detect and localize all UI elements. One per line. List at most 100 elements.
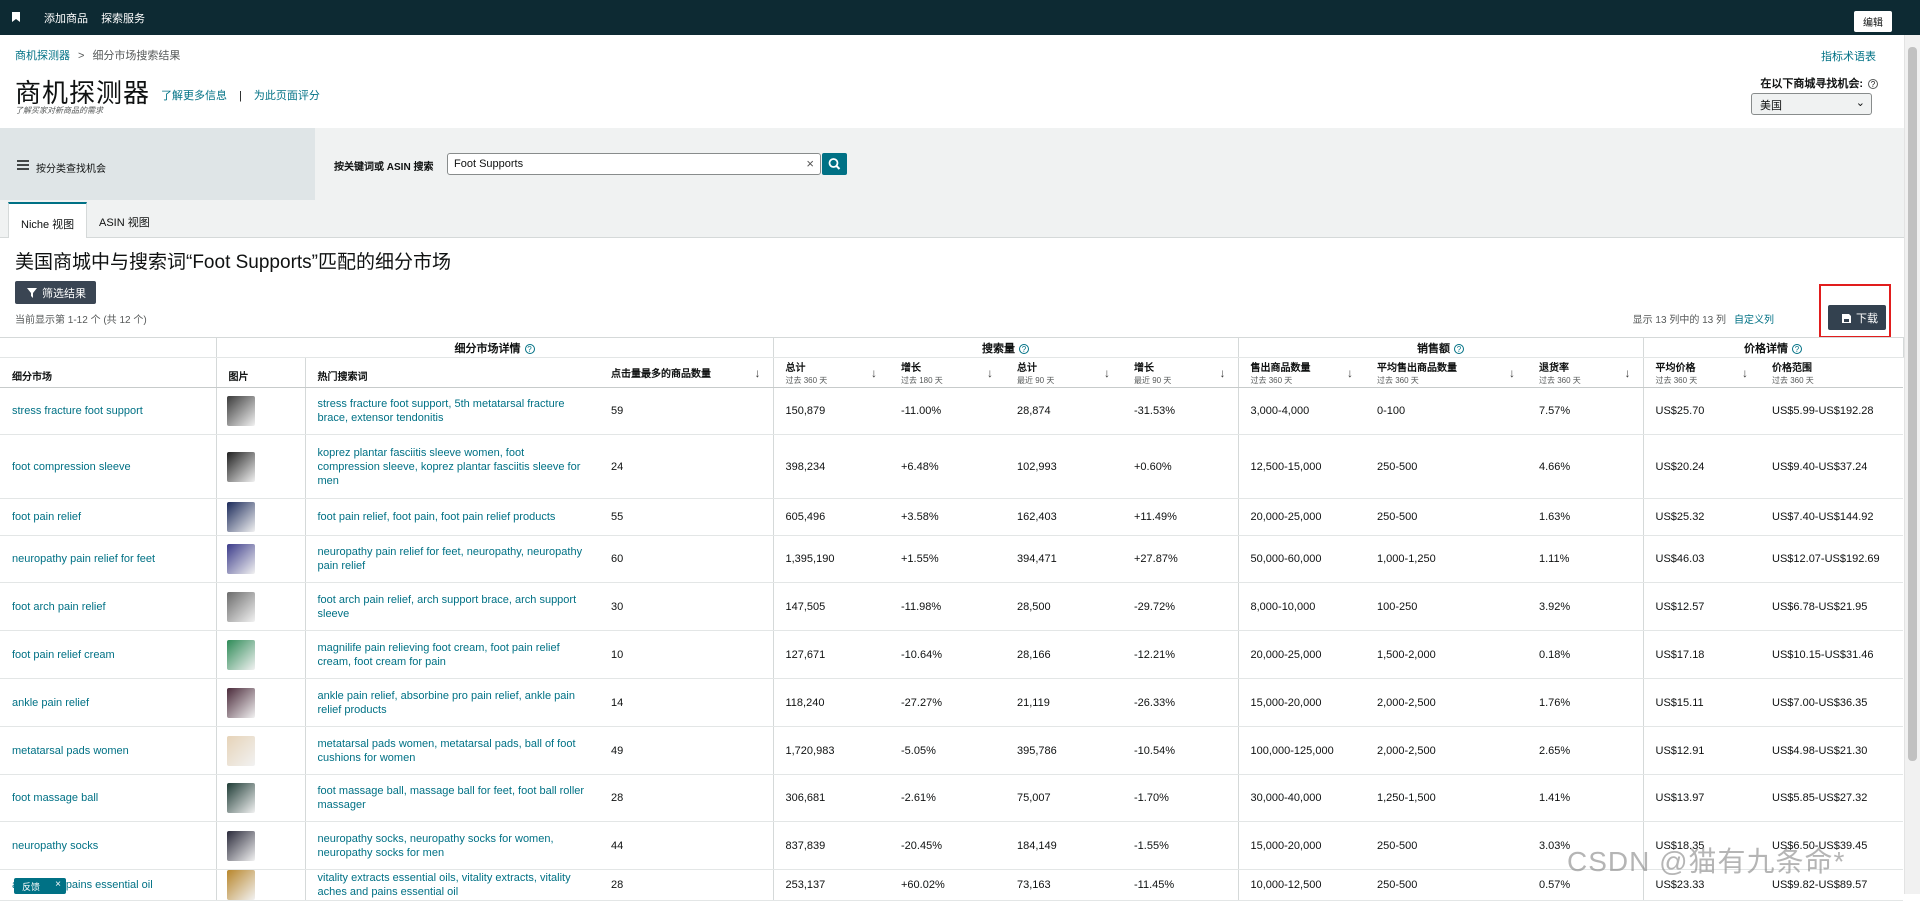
category-panel[interactable]: 按分类查找机会 <box>0 128 315 200</box>
col-sv-total-90[interactable]: 总计 最近 90 天 ↓ <box>1005 357 1122 388</box>
keyword-search-input[interactable]: Foot Supports × <box>447 153 821 175</box>
sort-arrow-icon[interactable]: ↓ <box>1509 366 1515 380</box>
image-cell <box>216 535 306 583</box>
sort-arrow-icon[interactable]: ↓ <box>1625 366 1631 380</box>
edit-button[interactable]: 编辑 <box>1854 11 1892 32</box>
help-icon[interactable]: ? <box>1792 343 1802 354</box>
keywords-cell[interactable]: foot arch pain relief, arch support brac… <box>305 582 599 631</box>
niche-cell[interactable]: foot pain relief cream <box>0 630 217 679</box>
product-thumbnail[interactable] <box>226 870 255 900</box>
col-return-rate[interactable]: 退货率 过去 360 天 ↓ <box>1527 357 1644 388</box>
sort-arrow-icon[interactable]: ↓ <box>755 366 761 380</box>
tab-niche-view[interactable]: Niche 视图 <box>8 202 88 238</box>
keywords-cell[interactable]: magnilife pain relieving foot cream, foo… <box>305 630 599 679</box>
keywords-cell[interactable]: koprez plantar fasciitis sleeve women, f… <box>305 434 599 499</box>
sort-arrow-icon[interactable]: ↓ <box>871 366 877 380</box>
col-sv-growth-90[interactable]: 增长 最近 90 天 ↓ <box>1122 357 1239 388</box>
feedback-tab[interactable]: 反馈 × <box>14 878 66 894</box>
return-rate-cell: 1.41% <box>1527 774 1644 822</box>
help-icon[interactable]: ? <box>524 343 535 354</box>
region-select[interactable]: 美国 ⌄ <box>1751 93 1872 115</box>
return-rate-cell: 2.65% <box>1527 726 1644 775</box>
col-avg-units[interactable]: 平均售出商品数量 过去 360 天 ↓ <box>1365 357 1527 388</box>
units-sold-cell: 15,000-20,000 <box>1238 678 1365 727</box>
niche-cell[interactable]: foot arch pain relief <box>0 582 217 631</box>
sort-arrow-icon[interactable]: ↓ <box>1742 366 1748 380</box>
help-icon[interactable]: ? <box>1868 79 1878 89</box>
keywords-cell[interactable]: foot massage ball, massage ball for feet… <box>305 774 599 822</box>
table-row[interactable]: ankle pain relief ankle pain relief, abso… <box>0 678 1903 727</box>
table-row[interactable]: foot pain relief foot pain relief, foot p… <box>0 498 1903 536</box>
sort-arrow-icon[interactable]: ↓ <box>1347 366 1353 380</box>
keywords-cell[interactable]: vitality extracts essential oils, vitali… <box>305 869 599 901</box>
niche-cell[interactable]: neuropathy socks <box>0 821 217 870</box>
sort-arrow-icon[interactable]: ↓ <box>1220 366 1226 380</box>
col-niche[interactable]: 细分市场 <box>0 357 217 388</box>
product-thumbnail[interactable] <box>226 544 255 574</box>
help-icon[interactable]: ? <box>1019 343 1029 354</box>
table-row[interactable]: foot compression sleeve koprez plantar fa… <box>0 434 1903 499</box>
niche-cell[interactable]: metatarsal pads women <box>0 726 217 775</box>
page-subtitle: 了解买家对新商品的需求 <box>15 106 103 115</box>
customize-columns-link[interactable]: 自定义列 <box>1734 315 1774 326</box>
col-avg-price[interactable]: 平均价格 过去 360 天 ↓ <box>1643 357 1760 388</box>
table-row[interactable]: foot arch pain relief foot arch pain reli… <box>0 582 1903 631</box>
keywords-cell[interactable]: foot pain relief, foot pain, foot pain r… <box>305 498 599 536</box>
niche-cell[interactable]: neuropathy pain relief for feet <box>0 535 217 583</box>
table-row[interactable]: foot massage ball foot massage ball, mass… <box>0 774 1903 822</box>
product-thumbnail[interactable] <box>226 591 255 622</box>
page-scrollbar[interactable] <box>1904 35 1920 894</box>
filter-results-label: 筛选结果 <box>42 288 86 300</box>
view-tabs: Niche 视图 ASIN 视图 <box>0 200 1904 238</box>
tab-asin-view[interactable]: ASIN 视图 <box>87 202 162 238</box>
keywords-cell[interactable]: neuropathy socks, neuropathy socks for w… <box>305 821 599 870</box>
sort-arrow-icon[interactable]: ↓ <box>1104 366 1110 380</box>
col-sv-growth-180[interactable]: 增长 过去 180 天 ↓ <box>889 357 1005 388</box>
keywords-cell[interactable]: ankle pain relief, absorbine pro pain re… <box>305 678 599 727</box>
niche-cell[interactable]: foot massage ball <box>0 774 217 822</box>
col-top-clicked[interactable]: 点击量最多的商品数量 ↓ <box>599 357 774 388</box>
product-thumbnail[interactable] <box>226 735 255 766</box>
learn-more-link[interactable]: 了解更多信息 <box>161 90 227 102</box>
keywords-cell[interactable]: metatarsal pads women, metatarsal pads, … <box>305 726 599 775</box>
breadcrumb-root[interactable]: 商机探测器 <box>15 50 70 62</box>
niche-cell[interactable]: foot pain relief <box>0 498 217 536</box>
product-thumbnail[interactable] <box>226 502 255 532</box>
clear-icon[interactable]: × <box>806 156 814 171</box>
niche-cell[interactable]: foot compression sleeve <box>0 434 217 499</box>
col-image: 图片 <box>216 357 306 388</box>
product-thumbnail[interactable] <box>226 451 255 482</box>
help-icon[interactable]: ? <box>1454 343 1464 354</box>
metrics-glossary-link[interactable]: 指标术语表 <box>1821 48 1876 64</box>
product-thumbnail[interactable] <box>226 396 255 426</box>
search-button[interactable] <box>822 153 847 175</box>
product-thumbnail[interactable] <box>226 639 255 670</box>
search-volume-90-cell: 102,993 <box>1005 434 1122 499</box>
product-thumbnail[interactable] <box>226 830 255 861</box>
keywords-cell[interactable]: neuropathy pain relief for feet, neuropa… <box>305 535 599 583</box>
niche-cell[interactable]: stress fracture foot support <box>0 387 217 435</box>
search-volume-360-cell: 1,395,190 <box>773 535 889 583</box>
table-row[interactable]: metatarsal pads women metatarsal pads wom… <box>0 726 1903 775</box>
col-sv-total-360[interactable]: 总计 过去 360 天 ↓ <box>773 357 889 388</box>
bookmark-icon[interactable] <box>12 11 22 24</box>
rate-page-link[interactable]: 为此页面评分 <box>254 90 320 102</box>
table-row[interactable]: neuropathy pain relief for feet neuropath… <box>0 535 1903 583</box>
nav-explore-services[interactable]: 探索服务 <box>101 13 145 25</box>
keywords-cell[interactable]: stress fracture foot support, 5th metata… <box>305 387 599 435</box>
table-row[interactable]: stress fracture foot support stress fract… <box>0 387 1903 435</box>
nav-add-product[interactable]: 添加商品 <box>44 13 88 25</box>
col-units-sold[interactable]: 售出商品数量 过去 360 天 ↓ <box>1238 357 1365 388</box>
group-search-volume: 搜索量? <box>773 337 1239 358</box>
close-icon[interactable]: × <box>55 879 61 890</box>
product-thumbnail[interactable] <box>226 783 255 813</box>
category-search-label[interactable]: 按分类查找机会 <box>36 160 106 175</box>
download-button[interactable]: 下载 <box>1828 305 1886 330</box>
filter-results-button[interactable]: 筛选结果 <box>15 281 96 304</box>
clicked-count-cell: 28 <box>599 774 774 822</box>
table-row[interactable]: foot pain relief cream magnilife pain rel… <box>0 630 1903 679</box>
product-thumbnail[interactable] <box>226 687 255 718</box>
sort-arrow-icon[interactable]: ↓ <box>987 366 993 380</box>
scrollbar-thumb[interactable] <box>1908 47 1917 761</box>
niche-cell[interactable]: ankle pain relief <box>0 678 217 727</box>
